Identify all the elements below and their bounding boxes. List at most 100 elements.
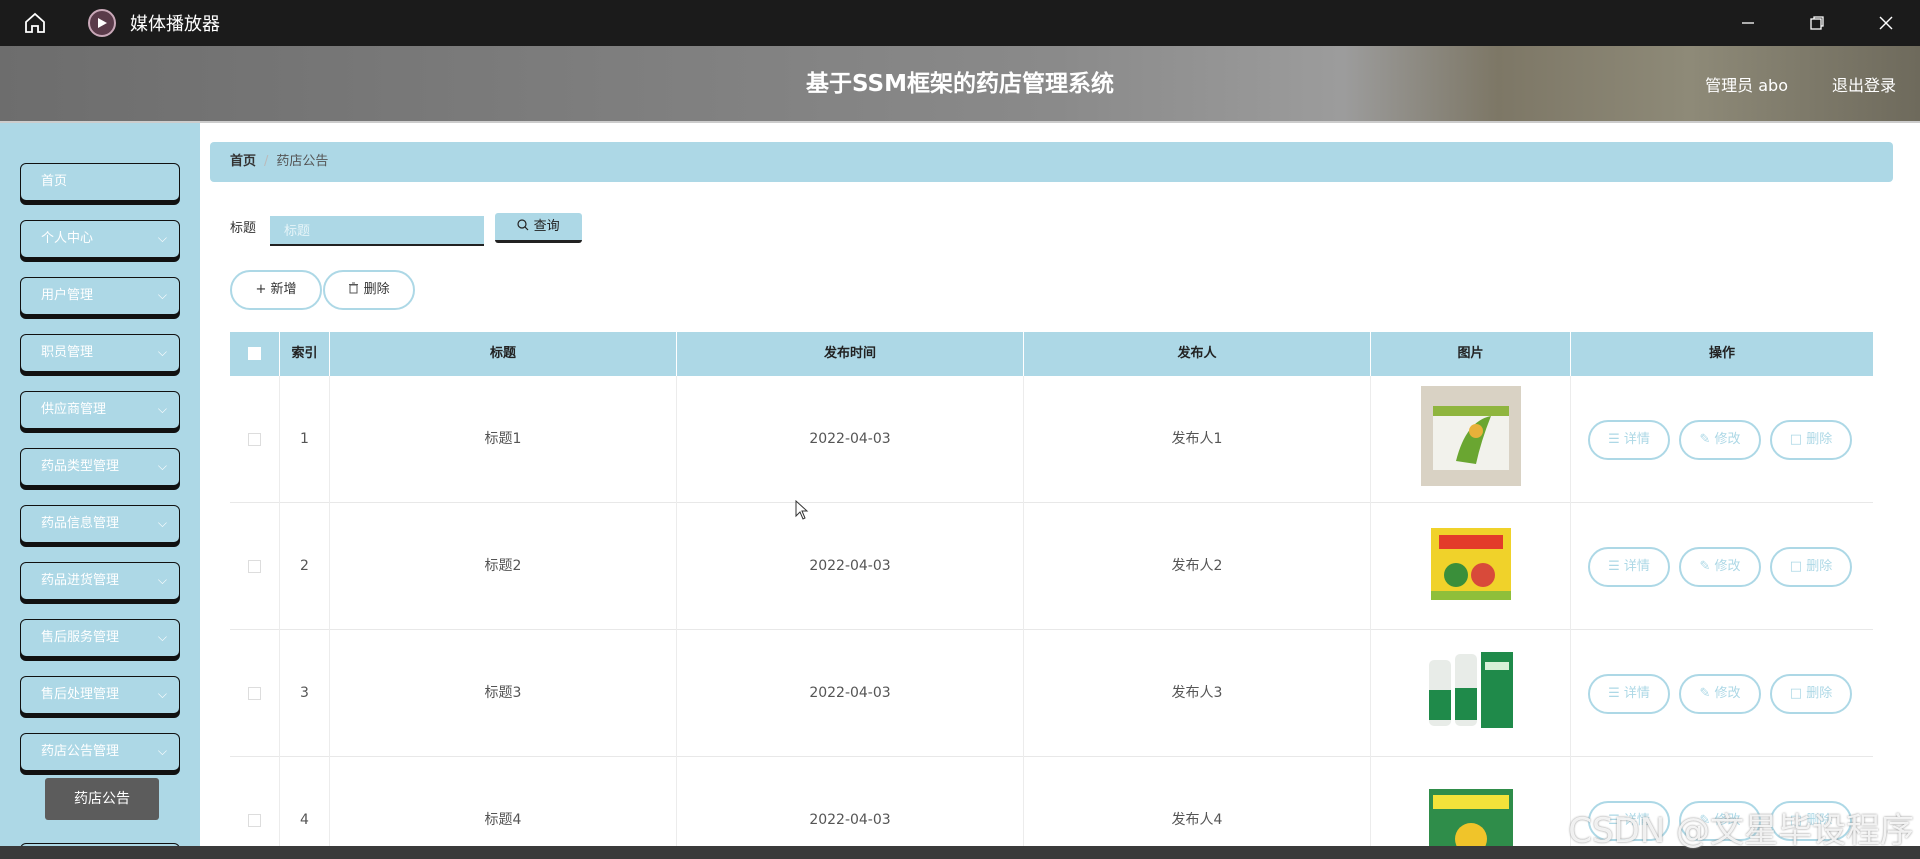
home-icon[interactable] [0,0,70,46]
edit-label: 修改 [1714,559,1741,574]
query-button[interactable]: 查询 [495,213,582,243]
submenu-item-announcements[interactable]: 药店公告 [45,778,159,820]
sidebar-item-label: 药品信息管理 [41,516,120,531]
sidebar-item-label: 售后处理管理 [41,687,120,702]
sidebar-item-label: 首页 [41,174,68,189]
row-image-cell [1371,757,1571,847]
plus-icon: + [255,282,267,297]
row-delete-button[interactable]: □ 删除 [1770,420,1852,460]
detail-button[interactable]: ☰ 详情 [1588,547,1670,587]
chevron-down-icon: ⌵ [157,402,167,416]
sidebar-item-label: 药店公告管理 [41,744,120,759]
row-title: 标题4 [330,757,677,859]
product-image[interactable] [1421,386,1521,486]
delete-button-label: 删除 [363,282,390,297]
delete-button[interactable]: 删除 [323,270,415,310]
sidebar-item-personal[interactable]: 个人中心 ⌵ [20,220,180,258]
pencil-icon: ✎ [1699,559,1711,574]
row-delete-button[interactable]: □ 删除 [1770,674,1852,714]
sidebar-item-purchases[interactable]: 药品进货管理 ⌵ [20,562,180,600]
query-button-label: 查询 [533,219,560,234]
sidebar-item-after-sales-handling[interactable]: 售后处理管理 ⌵ [20,676,180,714]
chevron-down-icon: ⌵ [157,516,167,530]
row-publisher: 发布人3 [1024,630,1371,757]
detail-label: 详情 [1623,559,1650,574]
chevron-down-icon: ⌵ [157,630,167,644]
breadcrumb-home[interactable]: 首页 [230,154,256,169]
column-header-image: 图片 [1371,332,1571,376]
row-ops-cell: ☰ 详情 ✎ 修改 □ 删除 [1571,630,1873,757]
row-index: 3 [280,630,330,757]
row-delete-button[interactable]: □ 删除 [1770,547,1852,587]
delete-label: 删除 [1806,686,1833,701]
row-index: 4 [280,757,330,859]
app-header: 基于SSM框架的药店管理系统 管理员 abo 退出登录 [0,46,1920,123]
row-checkbox[interactable] [230,757,280,859]
chevron-down-icon: ⌵ [157,573,167,587]
detail-button[interactable]: ☰ 详情 [1588,674,1670,714]
row-checkbox[interactable] [230,503,280,630]
logout-link[interactable]: 退出登录 [1832,72,1896,96]
select-all-checkbox[interactable] [230,332,280,376]
sidebar-item-label: 个人中心 [41,231,94,246]
pencil-icon: ✎ [1699,432,1711,447]
row-publisher: 发布人1 [1024,376,1371,503]
sidebar-item-label: 药品进货管理 [41,573,120,588]
sidebar-item-home[interactable]: 首页 [20,163,180,201]
sidebar-item-drug-types[interactable]: 药品类型管理 ⌵ [20,448,180,486]
sidebar-item-label: 职员管理 [41,345,94,360]
row-checkbox[interactable] [230,376,280,503]
search-input[interactable] [270,216,484,246]
minimize-icon[interactable] [1713,0,1782,46]
row-time: 2022-04-03 [677,376,1024,503]
sidebar-item-staff[interactable]: 职员管理 ⌵ [20,334,180,372]
player-title-bar: 媒体播放器 [0,0,1920,46]
sidebar-item-after-sales[interactable]: 售后服务管理 ⌵ [20,619,180,657]
player-logo-icon [88,9,116,37]
column-header-time: 发布时间 [677,332,1024,376]
row-time: 2022-04-03 [677,757,1024,859]
edit-button[interactable]: ✎ 修改 [1679,547,1761,587]
detail-label: 详情 [1623,686,1650,701]
search-label: 标题 [230,221,257,236]
detail-button[interactable]: ☰ 详情 [1588,420,1670,460]
restore-icon[interactable] [1782,0,1851,46]
column-header-index: 索引 [280,332,330,376]
row-checkbox[interactable] [230,630,280,757]
row-title: 标题3 [330,630,677,757]
table-row: 2 标题2 2022-04-03 发布人2 ☰ 详情 ✎ 修改 □ 删除 [230,503,1873,630]
document-icon: ☰ [1608,559,1620,574]
sidebar-item-label: 供应商管理 [41,402,107,417]
sidebar-item-label: 售后服务管理 [41,630,120,645]
row-time: 2022-04-03 [677,630,1024,757]
add-button[interactable]: + 新增 [230,270,322,310]
column-header-ops: 操作 [1708,346,1735,361]
row-title: 标题1 [330,376,677,503]
edit-button[interactable]: ✎ 修改 [1679,674,1761,714]
pencil-icon: ✎ [1699,686,1711,701]
row-publisher: 发布人4 [1024,757,1371,859]
edit-button[interactable]: ✎ 修改 [1679,420,1761,460]
sidebar-item-drug-info[interactable]: 药品信息管理 ⌵ [20,505,180,543]
sidebar-item-users[interactable]: 用户管理 ⌵ [20,277,180,315]
sidebar: 首页 个人中心 ⌵ 用户管理 ⌵ 职员管理 ⌵ 供应商管理 ⌵ 药品类型管理 ⌵ 药品信息… [0,123,200,859]
trash-icon: □ [1789,686,1803,701]
chevron-down-icon: ⌵ [157,231,167,245]
sidebar-item-suppliers[interactable]: 供应商管理 ⌵ [20,391,180,429]
row-publisher: 发布人2 [1024,503,1371,630]
product-image[interactable] [1421,640,1521,740]
product-image[interactable] [1421,513,1521,613]
row-index: 2 [280,503,330,630]
edit-label: 修改 [1714,686,1741,701]
close-icon[interactable] [1851,0,1920,46]
add-button-label: 新增 [270,282,297,297]
table-row: 1 标题1 2022-04-03 发布人1 ☰ 详情 ✎ 修改 □ 删除 [230,376,1873,503]
row-ops-cell: ☰ 详情 ✎ 修改 □ 删除 [1571,376,1873,503]
mouse-cursor-icon [795,499,809,524]
sidebar-item-label: 用户管理 [41,288,94,303]
product-image[interactable] [1421,767,1521,847]
detail-label: 详情 [1623,432,1650,447]
chevron-down-icon: ⌵ [157,687,167,701]
breadcrumb-separator: / [264,154,269,169]
sidebar-item-announcements[interactable]: 药店公告管理 ⌵ [20,733,180,771]
